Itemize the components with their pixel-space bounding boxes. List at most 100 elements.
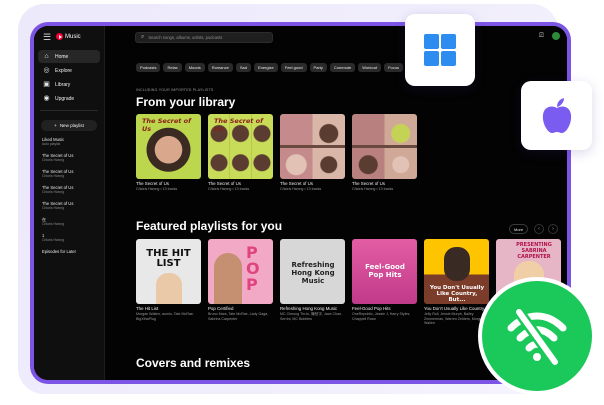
- chip-sad[interactable]: Sad: [235, 63, 251, 72]
- card-subtitle: Chloris Hwong • 13 tracks: [352, 187, 394, 191]
- playlist-subtitle: Chloris Hwong: [42, 206, 65, 210]
- playlist-subtitle: Chloris Hwong: [42, 158, 65, 162]
- playlist-cover: THE HIT LIST: [136, 239, 201, 304]
- library-card[interactable]: The Secret of Us Chloris Hwong • 13 trac…: [352, 114, 417, 192]
- compass-icon: ◎: [43, 67, 50, 74]
- playlist-cover: Refreshing Hong Kong Music: [280, 239, 345, 304]
- chip-focus[interactable]: Focus: [384, 63, 403, 72]
- chip-party[interactable]: Party: [309, 63, 327, 72]
- sidebar-item-library[interactable]: ▣ Library: [38, 78, 100, 91]
- cover-title: POP: [246, 243, 260, 294]
- app-logo[interactable]: Music: [56, 33, 81, 40]
- section-heading-featured: Featured playlists for you: [136, 219, 283, 233]
- sidebar-playlist[interactable]: The Secret of Us Chloris Hwong: [42, 169, 100, 179]
- playlist-subtitle: Auto playlist: [42, 142, 61, 146]
- sidebar-playlist[interactable]: Episodes for Later: [42, 249, 100, 254]
- library-card[interactable]: The Secret of Us The Secret of Us Chlori…: [136, 114, 201, 192]
- section-heading-covers: Covers and remixes: [136, 356, 251, 370]
- cover-art: [280, 114, 345, 179]
- mood-chips: Podcasts Relax Moods Romance Sad Energiz…: [136, 63, 403, 72]
- cover-art: [444, 247, 470, 281]
- cover-art: [156, 273, 182, 304]
- playlist-title: Episodes for Later: [42, 249, 76, 254]
- sidebar-playlist[interactable]: 在 Chloris Hwong: [42, 217, 100, 227]
- card-subtitle: Chloris Hwong • 13 tracks: [208, 187, 250, 191]
- more-button[interactable]: More: [509, 224, 529, 234]
- cover-art: [214, 253, 242, 304]
- sidebar-playlist[interactable]: The Secret of Us Chloris Hwong: [42, 153, 100, 163]
- featured-card[interactable]: You Don't Usually Like Country, But... Y…: [424, 239, 489, 326]
- chip-feel-good[interactable]: Feel good: [280, 63, 307, 72]
- library-card[interactable]: The Secret of Us The Secret of Us Chlori…: [208, 114, 273, 192]
- chip-workout[interactable]: Workout: [358, 63, 382, 72]
- playlist-subtitle: Chloris Hwong: [42, 174, 65, 178]
- playlist-subtitle: Chloris Hwong: [42, 222, 65, 226]
- featured-card[interactable]: THE HIT LIST The Hit List Morgan Wallen,…: [136, 239, 201, 321]
- chip-romance[interactable]: Romance: [207, 63, 233, 72]
- menu-icon[interactable]: ☰: [43, 33, 51, 42]
- cast-icon[interactable]: ⎚: [539, 33, 544, 40]
- search-icon: ⌕: [141, 34, 145, 40]
- sidebar: ☰ Music ⌂ Home ◎ Explore ▣ Library ◉ Upg…: [34, 26, 105, 380]
- avatar[interactable]: [552, 32, 560, 40]
- sidebar-playlist[interactable]: The Secret of Us Chloris Hwong: [42, 185, 100, 195]
- search-placeholder: Search songs, albums, artists, podcasts: [148, 35, 223, 40]
- playlist-cover: You Don't Usually Like Country, But...: [424, 239, 489, 304]
- sidebar-playlist[interactable]: The Secret of Us Chloris Hwong: [42, 201, 100, 211]
- section-heading-library: From your library: [136, 95, 236, 109]
- library-card[interactable]: The Secret of Us Chloris Hwong • 13 trac…: [280, 114, 345, 192]
- chip-energize[interactable]: Energize: [253, 63, 278, 72]
- playlist-subtitle: Chloris Hwong: [42, 190, 65, 194]
- card-subtitle: Bruno Mars, Tate McRae, Lady Gaga, Sabri…: [208, 312, 269, 321]
- playlist-cover: Feel-Good Pop Hits: [352, 239, 417, 304]
- cover-art: [352, 114, 417, 179]
- cover-title: PRESENTING SABRINA CARPENTER: [516, 242, 552, 260]
- sidebar-item-label: Explore: [55, 67, 72, 74]
- wifi-off-icon: [507, 306, 567, 366]
- sidebar-playlist[interactable]: Liked Music Auto playlist: [42, 137, 100, 147]
- windows-logo-icon: [424, 34, 456, 66]
- upgrade-icon: ◉: [43, 95, 50, 102]
- playlist-cover: POP: [208, 239, 273, 304]
- chip-relax[interactable]: Relax: [163, 63, 182, 72]
- cover-title: The Secret of Us: [142, 117, 191, 133]
- card-subtitle: Morgan Wallen, aumlo, Tate McRae, BigXth…: [136, 312, 194, 321]
- chip-commute[interactable]: Commute: [329, 63, 356, 72]
- home-icon: ⌂: [44, 53, 49, 60]
- apple-logo-icon: [542, 97, 571, 133]
- sidebar-playlist[interactable]: 1 Chloris Hwong: [42, 233, 100, 243]
- sidebar-item-label: Home: [55, 53, 69, 60]
- new-playlist-label: New playlist: [59, 123, 84, 128]
- album-cover: [352, 114, 417, 179]
- featured-card[interactable]: Refreshing Hong Kong Music Refreshing Ho…: [280, 239, 345, 321]
- sidebar-item-explore[interactable]: ◎ Explore: [38, 64, 100, 77]
- chip-podcasts[interactable]: Podcasts: [136, 63, 161, 72]
- mac-badge: [521, 81, 592, 150]
- divider: [40, 110, 98, 111]
- card-subtitle: MC Cheung Tin-fu, 陳柏宇, Jace Chan, Serrin…: [280, 312, 343, 321]
- chevron-left-icon[interactable]: ‹: [534, 224, 544, 234]
- album-cover: [280, 114, 345, 179]
- album-cover: The Secret of Us: [208, 114, 273, 179]
- sidebar-item-label: Upgrade: [55, 95, 75, 102]
- chip-moods[interactable]: Moods: [184, 63, 205, 72]
- app-brand: Music: [65, 33, 81, 40]
- cover-title: You Don't Usually Like Country, But...: [429, 285, 485, 303]
- library-icon: ▣: [43, 81, 50, 88]
- windows-badge: [405, 14, 475, 86]
- cover-title: Refreshing Hong Kong Music: [291, 261, 335, 285]
- card-subtitle: Chloris Hwong • 13 tracks: [280, 187, 322, 191]
- search-input[interactable]: ⌕ Search songs, albums, artists, podcast…: [135, 32, 273, 43]
- card-subtitle: Chloris Hwong • 13 tracks: [136, 187, 178, 191]
- cover-title: The Secret of Us: [214, 117, 263, 133]
- playlist-subtitle: Chloris Hwong: [42, 238, 65, 242]
- chevron-right-icon[interactable]: ›: [548, 224, 558, 234]
- new-playlist-button[interactable]: + New playlist: [41, 120, 97, 131]
- section-kicker: INCLUDING YOUR IMPORTED PLAYLISTS: [136, 88, 214, 92]
- featured-card[interactable]: POP Pop Certified Bruno Mars, Tate McRae…: [208, 239, 273, 321]
- music-logo-icon: [56, 33, 63, 40]
- featured-card[interactable]: Feel-Good Pop Hits Feel-Good Pop Hits On…: [352, 239, 417, 321]
- sidebar-item-upgrade[interactable]: ◉ Upgrade: [38, 92, 100, 105]
- sidebar-item-home[interactable]: ⌂ Home: [38, 50, 100, 63]
- plus-icon: +: [54, 123, 57, 128]
